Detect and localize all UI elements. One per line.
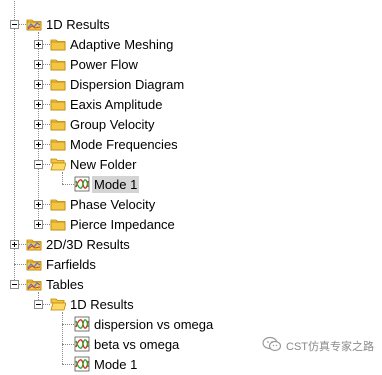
open-folder-icon <box>50 156 67 172</box>
tree-connector-line <box>62 324 74 325</box>
collapse-toggle[interactable] <box>34 160 43 169</box>
tree-item-label[interactable]: Mode 1 <box>92 356 139 373</box>
tree-item-label[interactable]: Phase Velocity <box>68 196 157 213</box>
tree-item-label[interactable]: beta vs omega <box>92 336 181 353</box>
folder-icon <box>50 216 66 232</box>
collapse-toggle[interactable] <box>10 20 19 29</box>
open-folder-icon <box>50 296 67 312</box>
folder-icon <box>50 196 66 212</box>
tree-connector-line <box>62 324 63 344</box>
folder-icon <box>50 36 66 52</box>
result-folder-icon <box>26 276 42 292</box>
tree-connector-line <box>62 344 63 364</box>
tree-item-label[interactable]: Group Velocity <box>68 116 157 133</box>
tree-item-label[interactable]: Mode 1 <box>92 176 140 193</box>
curve-plot-icon <box>74 176 90 192</box>
tree-connector-line <box>62 364 74 365</box>
watermark: CST仿真专家之路 <box>262 336 374 356</box>
folder-icon <box>50 116 66 132</box>
tree-item-label[interactable]: Dispersion Diagram <box>68 76 186 93</box>
tree-connector-line <box>14 264 26 265</box>
watermark-text: CST仿真专家之路 <box>286 341 374 353</box>
expand-toggle[interactable] <box>34 40 43 49</box>
tree-item-label[interactable]: Mode Frequencies <box>68 136 180 153</box>
tree-item-label[interactable]: 2D/3D Results <box>44 236 132 253</box>
collapse-toggle[interactable] <box>34 300 43 309</box>
tree-item-label[interactable]: dispersion vs omega <box>92 316 215 333</box>
expand-toggle[interactable] <box>34 120 43 129</box>
collapse-toggle[interactable] <box>10 280 19 289</box>
expand-toggle[interactable] <box>34 200 43 209</box>
results-tree: 1D Results Adaptive Meshing Power Flow D… <box>0 0 382 372</box>
tree-item-label[interactable]: Eaxis Amplitude <box>68 96 165 113</box>
tree-connector-line <box>38 164 39 204</box>
tree-item-label[interactable]: Power Flow <box>68 56 140 73</box>
tree-item-label[interactable]: Pierce Impedance <box>68 216 177 233</box>
tree-item-label[interactable]: New Folder <box>68 156 138 173</box>
tree-item-label[interactable]: Tables <box>44 276 86 293</box>
tree-item-label[interactable]: Adaptive Meshing <box>68 36 175 53</box>
result-folder-icon <box>26 236 42 252</box>
expand-toggle[interactable] <box>34 100 43 109</box>
result-folder-icon <box>26 16 42 32</box>
wechat-icon <box>262 336 282 356</box>
tree-connector-line <box>14 24 15 244</box>
expand-toggle[interactable] <box>10 240 19 249</box>
curve-plot-icon <box>74 316 90 332</box>
expand-toggle[interactable] <box>34 60 43 69</box>
tree-item-label[interactable]: 1D Results <box>68 296 136 313</box>
tree-connector-line <box>62 344 74 345</box>
expand-toggle[interactable] <box>34 80 43 89</box>
expand-toggle[interactable] <box>34 140 43 149</box>
tree-connector-line <box>62 184 74 185</box>
folder-icon <box>50 56 66 72</box>
result-folder-icon <box>26 256 42 272</box>
curve-plot-icon <box>74 336 90 352</box>
folder-icon <box>50 136 66 152</box>
curve-plot-icon <box>74 356 90 372</box>
folder-icon <box>50 76 66 92</box>
folder-icon <box>50 96 66 112</box>
tree-connector-line <box>62 172 63 184</box>
tree-item-label[interactable]: Farfields <box>44 256 98 273</box>
expand-toggle[interactable] <box>34 220 43 229</box>
tree-item-label[interactable]: 1D Results <box>44 16 112 33</box>
